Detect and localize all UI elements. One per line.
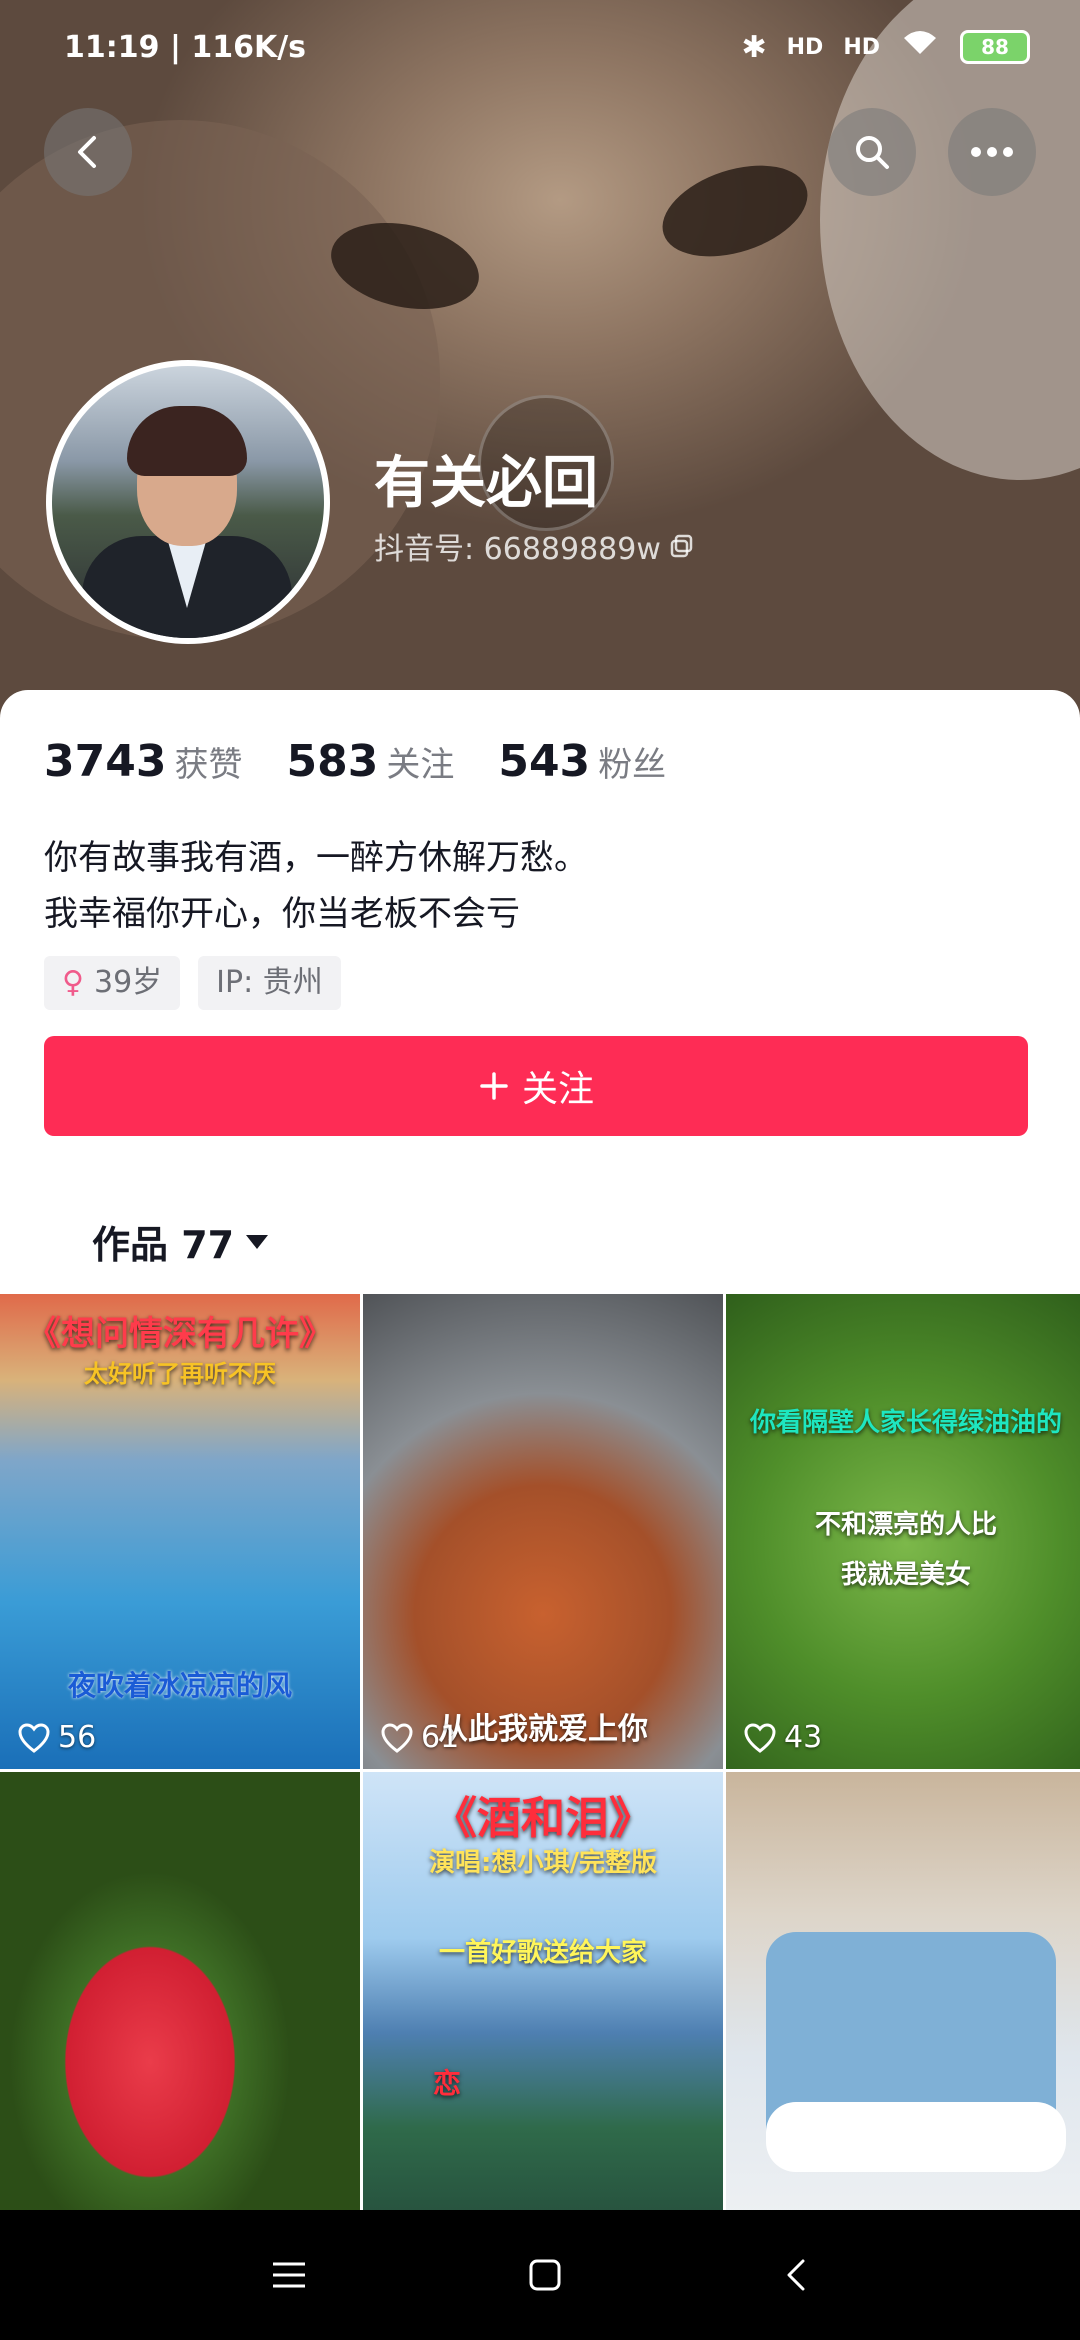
stat-likes-label: 获赞 (174, 745, 243, 785)
stat-following-label: 关注 (386, 745, 455, 785)
more-button[interactable] (948, 108, 1036, 196)
stat-followers[interactable]: 543 粉丝 (498, 736, 666, 787)
video-title: 你看隔壁人家长得绿油油的 (749, 1408, 1062, 1438)
stat-followers-value: 543 (498, 736, 591, 787)
video-tile[interactable]: 你看隔壁人家长得绿油油的 不和漂亮的人比 我就是美女 43 (726, 1294, 1080, 1769)
heart-icon (744, 1722, 776, 1753)
signal-2-icon: HD (843, 34, 880, 60)
stat-likes[interactable]: 3743 获赞 (44, 736, 242, 787)
video-subtitle: 太好听了再听不厌 (84, 1360, 276, 1388)
video-title: 《想问情深有几许》 (27, 1314, 333, 1354)
video-likes: 43 (744, 1720, 822, 1755)
video-likes: 56 (18, 1720, 96, 1755)
stat-likes-value: 3743 (44, 736, 167, 787)
female-icon: ♀ (62, 965, 84, 1000)
avatar-hair (127, 406, 247, 476)
douyin-id-text: 抖音号: 66889889w (374, 532, 661, 567)
video-tile[interactable]: 《酒和泪》 演唱:想小琪/完整版 一首好歌送给大家 恋 (363, 1772, 723, 2247)
video-line-2: 我就是美女 (840, 1560, 971, 1590)
search-button[interactable] (828, 108, 916, 196)
wifi-icon (900, 28, 940, 66)
bio: 你有故事我有酒，一醉方休解万愁。 我幸福你开心，你当老板不会亏 (44, 830, 588, 942)
video-grid: 《想问情深有几许》 太好听了再听不厌 夜吹着冰凉凉的风 56 从此我就爱上你 6… (0, 1294, 1080, 2247)
copy-icon[interactable] (669, 533, 695, 559)
follow-label: 关注 (521, 1069, 594, 1110)
works-label: 作品 77 (92, 1223, 235, 1267)
home-icon[interactable] (528, 2258, 562, 2292)
system-nav-bar (0, 2210, 1080, 2340)
signal-1-icon: HD (786, 34, 824, 60)
video-likes: 61 (381, 1720, 459, 1755)
plus-icon (480, 1072, 508, 1100)
video-line-1: 不和漂亮的人比 (814, 1510, 997, 1540)
bluetooth-icon: ✱ (741, 29, 767, 65)
video-caption: 夜吹着冰凉凉的风 (67, 1669, 292, 1702)
age-text: 39岁 (93, 965, 163, 1000)
tab-works[interactable]: 作品 77 (92, 1214, 270, 1269)
video-tile[interactable]: 从此我就爱上你 61 (363, 1294, 723, 1769)
heart-icon (381, 1722, 413, 1753)
bio-line-2: 我幸福你开心，你当老板不会亏 (44, 894, 520, 934)
profile-name: 有关必回 (374, 451, 598, 516)
ip-text: IP: 贵州 (216, 965, 323, 1000)
likes-count: 43 (784, 1720, 823, 1755)
follow-button[interactable]: 关注 (44, 1036, 1028, 1136)
cover-eye-right (651, 148, 819, 274)
search-icon (856, 136, 889, 169)
likes-count: 61 (421, 1720, 460, 1755)
video-line-1: 一首好歌送给大家 (438, 1938, 647, 1968)
bio-line-1: 你有故事我有酒，一醉方休解万愁。 (44, 838, 588, 878)
avatar[interactable] (46, 360, 330, 644)
stat-followers-label: 粉丝 (598, 745, 667, 785)
stat-following[interactable]: 583 关注 (286, 736, 454, 787)
video-subtitle: 演唱:想小琪/完整版 (429, 1848, 657, 1878)
back-nav-icon[interactable] (783, 2258, 809, 2292)
status-icons: ✱ HD HD 88 (741, 28, 1030, 66)
caret-down-icon (246, 1234, 269, 1249)
stats-row: 3743 获赞 583 关注 543 粉丝 (44, 736, 666, 787)
back-button[interactable] (44, 108, 132, 196)
status-time-speed: 11:19 | 116K/s (64, 30, 307, 65)
ip-tag: IP: 贵州 (198, 956, 341, 1010)
stat-following-value: 583 (286, 736, 379, 787)
menu-icon[interactable] (271, 2260, 307, 2290)
shoe-sole (766, 2102, 1066, 2172)
douyin-id-row[interactable]: 抖音号: 66889889w (374, 524, 695, 568)
likes-count: 56 (58, 1720, 97, 1755)
video-tile[interactable] (726, 1772, 1080, 2247)
video-tag: 恋 (433, 2067, 462, 2100)
battery-icon: 88 (960, 30, 1030, 64)
more-dots-icon (971, 147, 1013, 157)
profile-tags: ♀ 39岁 IP: 贵州 (44, 956, 341, 1010)
video-title: 《酒和泪》 (433, 1793, 653, 1844)
status-bar: 11:19 | 116K/s ✱ HD HD 88 (0, 0, 1080, 96)
video-tile[interactable]: 《想问情深有几许》 太好听了再听不厌 夜吹着冰凉凉的风 56 (0, 1294, 360, 1769)
heart-icon (18, 1722, 50, 1753)
back-arrow-icon (78, 136, 96, 168)
age-tag: ♀ 39岁 (44, 956, 181, 1010)
video-tile[interactable] (0, 1772, 360, 2247)
